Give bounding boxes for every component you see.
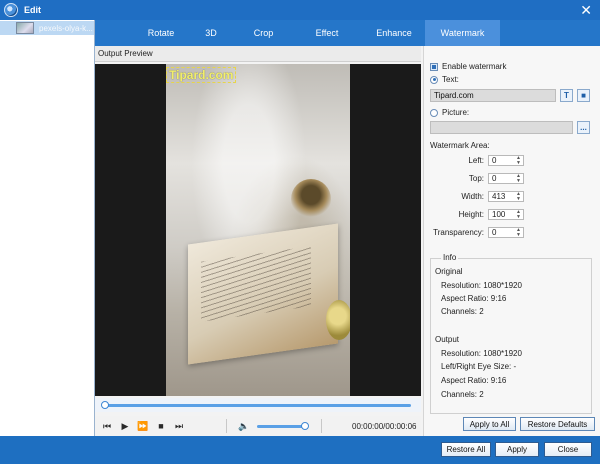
- height-value: 100: [492, 210, 506, 219]
- height-spinbox[interactable]: 100 ▲ ▼: [488, 209, 524, 220]
- spin-arrows-icon[interactable]: ▲ ▼: [515, 192, 522, 202]
- file-name: pexels-olya-k...: [39, 23, 93, 33]
- watermark-settings-panel: Enable watermark Text: Tipard.com T ■ Pi…: [423, 46, 600, 436]
- enable-watermark-row[interactable]: Enable watermark: [430, 62, 506, 71]
- left-spinbox[interactable]: 0 ▲ ▼: [488, 155, 524, 166]
- left-label: Left:: [468, 156, 484, 165]
- play-icon[interactable]: ▶: [116, 418, 134, 434]
- original-heading: Original: [435, 267, 463, 276]
- title-bar: Edit ✕: [0, 0, 600, 20]
- fast-forward-icon[interactable]: ⏩: [134, 418, 152, 434]
- text-radio[interactable]: [430, 75, 438, 84]
- picture-path-input[interactable]: [430, 121, 573, 134]
- volume-slider[interactable]: [257, 421, 309, 430]
- apply-to-all-button[interactable]: Apply to All: [463, 417, 516, 431]
- info-title: Info: [441, 253, 459, 262]
- text-color-button[interactable]: ■: [577, 89, 590, 102]
- video-frame: Tipard.com: [166, 64, 350, 396]
- spin-arrows-icon[interactable]: ▲ ▼: [515, 210, 522, 220]
- stop-icon[interactable]: ■: [152, 418, 170, 434]
- transparency-value: 0: [492, 228, 497, 237]
- skip-forward-icon[interactable]: ⏭: [170, 418, 188, 434]
- window-title: Edit: [24, 5, 41, 15]
- skip-back-icon[interactable]: ⏮: [98, 418, 116, 434]
- seek-handle[interactable]: [101, 401, 109, 409]
- file-list-item[interactable]: pexels-olya-k...: [0, 21, 94, 35]
- output-channels: Channels: 2: [441, 390, 484, 399]
- divider: [321, 419, 322, 433]
- volume-icon[interactable]: 🔈: [235, 418, 253, 434]
- close-button[interactable]: Close: [544, 442, 592, 457]
- height-label: Height:: [458, 210, 484, 219]
- seek-bar[interactable]: [95, 398, 421, 412]
- tab-enhance[interactable]: Enhance: [363, 20, 425, 46]
- spin-arrows-icon[interactable]: ▲ ▼: [515, 174, 522, 184]
- enable-watermark-label: Enable watermark: [442, 62, 507, 71]
- apply-button[interactable]: Apply: [495, 442, 539, 457]
- tab-watermark[interactable]: Watermark: [425, 20, 500, 46]
- video-preview: Tipard.com: [95, 64, 421, 396]
- seek-track[interactable]: [105, 404, 411, 407]
- original-aspect-ratio: Aspect Ratio: 9:16: [441, 294, 507, 303]
- text-option-row[interactable]: Text:: [430, 75, 459, 84]
- video-thumbnail: [16, 22, 34, 34]
- transparency-label: Transparency:: [433, 228, 484, 237]
- tab-bar: Rotate 3D Crop Effect Enhance Watermark: [95, 20, 600, 46]
- original-channels: Channels: 2: [441, 307, 484, 316]
- output-aspect-ratio: Aspect Ratio: 9:16: [441, 376, 507, 385]
- width-label: Width:: [461, 192, 484, 201]
- video-image-shell: [291, 179, 331, 219]
- spin-arrows-icon[interactable]: ▲ ▼: [515, 156, 522, 166]
- top-spinbox[interactable]: 0 ▲ ▼: [488, 173, 524, 184]
- bottom-bar: Restore All Apply Close: [0, 436, 600, 464]
- picture-radio[interactable]: [430, 108, 438, 117]
- original-resolution: Resolution: 1080*1920: [441, 281, 522, 290]
- file-list-panel: pexels-olya-k...: [0, 20, 95, 436]
- output-eye-size: Left/Right Eye Size: -: [441, 362, 517, 371]
- divider: [226, 419, 227, 433]
- text-option-label: Text:: [442, 75, 459, 84]
- tab-crop[interactable]: Crop: [236, 20, 291, 46]
- picture-option-row[interactable]: Picture:: [430, 108, 469, 117]
- top-label: Top:: [468, 174, 484, 183]
- info-groupbox: Info Original Resolution: 1080*1920 Aspe…: [430, 253, 592, 414]
- tab-effect[interactable]: Effect: [296, 20, 358, 46]
- watermark-area-label: Watermark Area:: [430, 141, 490, 150]
- tab-rotate[interactable]: Rotate: [135, 20, 187, 46]
- watermark-overlay[interactable]: Tipard.com: [166, 67, 237, 83]
- time-display: 00:00:00/00:00:06: [352, 421, 417, 431]
- playback-controls: ⏮ ▶ ⏩ ■ ⏭ 🔈 00:00:00/00:00:06: [95, 416, 421, 436]
- top-value: 0: [492, 174, 497, 183]
- app-logo-icon: [4, 3, 18, 17]
- transparency-spinbox[interactable]: 0 ▲ ▼: [488, 227, 524, 238]
- preview-header: Output Preview: [95, 46, 421, 62]
- left-value: 0: [492, 156, 497, 165]
- font-settings-button[interactable]: T: [560, 89, 573, 102]
- spin-arrows-icon[interactable]: ▲ ▼: [515, 228, 522, 238]
- watermark-text-input[interactable]: Tipard.com: [430, 89, 556, 102]
- browse-picture-button[interactable]: ...: [577, 121, 590, 134]
- picture-option-label: Picture:: [442, 108, 470, 117]
- work-area: Output Preview Tipard.com ⏮ ▶ ⏩ ■ ⏭ 🔈 00…: [95, 46, 600, 436]
- output-resolution: Resolution: 1080*1920: [441, 349, 522, 358]
- restore-defaults-button[interactable]: Restore Defaults: [520, 417, 595, 431]
- video-image-pear: [326, 300, 350, 340]
- enable-watermark-checkbox[interactable]: [430, 62, 438, 71]
- tab-3d[interactable]: 3D: [192, 20, 230, 46]
- restore-all-button[interactable]: Restore All: [441, 442, 491, 457]
- close-window-icon[interactable]: ✕: [580, 2, 592, 18]
- volume-handle[interactable]: [301, 421, 309, 430]
- width-value: 413: [492, 192, 506, 201]
- width-spinbox[interactable]: 413 ▲ ▼: [488, 191, 524, 202]
- output-heading: Output: [435, 335, 460, 344]
